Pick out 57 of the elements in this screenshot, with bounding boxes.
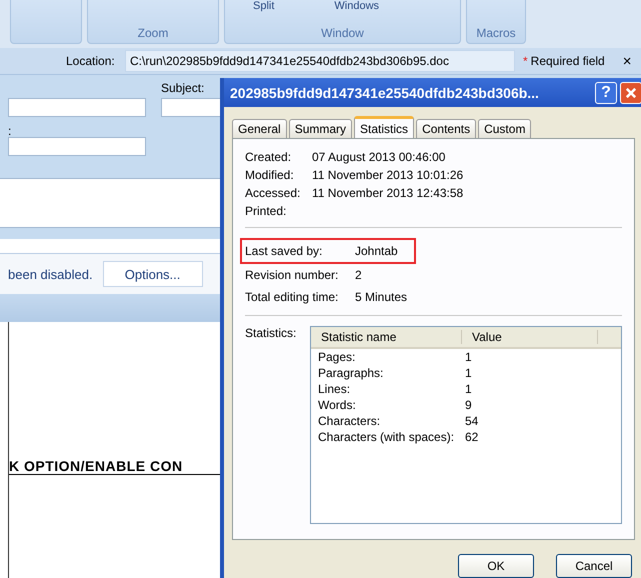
field-value: 07 August 2013 00:46:00 bbox=[312, 149, 446, 166]
text-field[interactable] bbox=[8, 98, 146, 117]
location-field[interactable]: C:\run\202985b9fdd9d147341e25540dfdb243bd306b95.doc bbox=[125, 50, 515, 72]
tab[interactable]: Custom bbox=[478, 119, 532, 138]
table-cell: 1 bbox=[465, 349, 472, 365]
column-header[interactable]: Statistic name bbox=[311, 330, 462, 344]
group-label: Zoom bbox=[136, 26, 170, 42]
table-cell-text: Characters: bbox=[317, 413, 382, 429]
table-cell: 1 bbox=[465, 381, 472, 397]
field-label: Revision number: bbox=[245, 267, 340, 284]
table-cell-text: Pages: bbox=[317, 349, 356, 365]
help-button[interactable]: ? bbox=[595, 82, 617, 104]
ribbon-button[interactable]: Split bbox=[253, 0, 274, 12]
table-cell: 9 bbox=[465, 397, 472, 413]
field-label: Accessed: bbox=[245, 185, 302, 202]
close-button[interactable] bbox=[620, 82, 641, 104]
close-button[interactable]: × bbox=[622, 52, 632, 70]
field-label: Modified: bbox=[245, 167, 295, 184]
text-field[interactable] bbox=[8, 137, 146, 156]
group-label: Macros bbox=[475, 26, 517, 42]
table-cell-text: Lines: bbox=[317, 381, 352, 397]
table-cell: 62 bbox=[465, 429, 478, 445]
ribbon-group bbox=[10, 0, 82, 44]
field-label: Printed: bbox=[245, 203, 288, 220]
field-value: 2 bbox=[355, 267, 362, 284]
field-value: 5 Minutes bbox=[355, 289, 408, 306]
ok-button[interactable]: OK bbox=[458, 554, 534, 578]
group-label: Window bbox=[320, 26, 365, 42]
subject-label: Subject: bbox=[161, 81, 206, 95]
field-label: Last saved by: bbox=[245, 243, 324, 260]
required-icon: * bbox=[523, 54, 528, 68]
tab[interactable]: General bbox=[232, 119, 287, 138]
field-value: Johntab bbox=[355, 243, 398, 260]
tab[interactable]: Statistics bbox=[354, 116, 414, 138]
table-cell: 1 bbox=[465, 365, 472, 381]
field-value: 11 November 2013 10:01:26 bbox=[312, 167, 464, 184]
field-value: 11 November 2013 12:43:58 bbox=[312, 185, 464, 202]
message-text: been disabled. bbox=[8, 266, 93, 282]
field-label: Created: bbox=[245, 149, 292, 166]
table-cell-text: Words: bbox=[317, 397, 357, 413]
cancel-button[interactable]: Cancel bbox=[556, 554, 632, 578]
document-heading: K OPTION/ENABLE CON bbox=[9, 458, 183, 474]
ribbon-button[interactable]: Windows bbox=[334, 0, 380, 12]
dialog-title: 202985b9fdd9d147341e25540dfdb243bd306b... bbox=[230, 84, 540, 100]
table-cell-text: Paragraphs: bbox=[317, 365, 384, 381]
close-icon bbox=[624, 86, 638, 100]
required-note: Required field bbox=[530, 54, 605, 68]
field-label: Total editing time: bbox=[245, 289, 340, 306]
table-cell: 54 bbox=[465, 413, 478, 429]
field-label: : bbox=[8, 125, 12, 137]
tab[interactable]: Contents bbox=[416, 119, 476, 138]
location-label: Location: bbox=[66, 54, 116, 68]
column-header[interactable]: Value bbox=[462, 330, 598, 344]
tab[interactable]: Summary bbox=[288, 119, 352, 138]
options-button[interactable]: Options... bbox=[102, 261, 203, 287]
statistics-label: Statistics: bbox=[245, 326, 298, 342]
table-cell-text: Characters (with spaces): bbox=[317, 429, 456, 445]
